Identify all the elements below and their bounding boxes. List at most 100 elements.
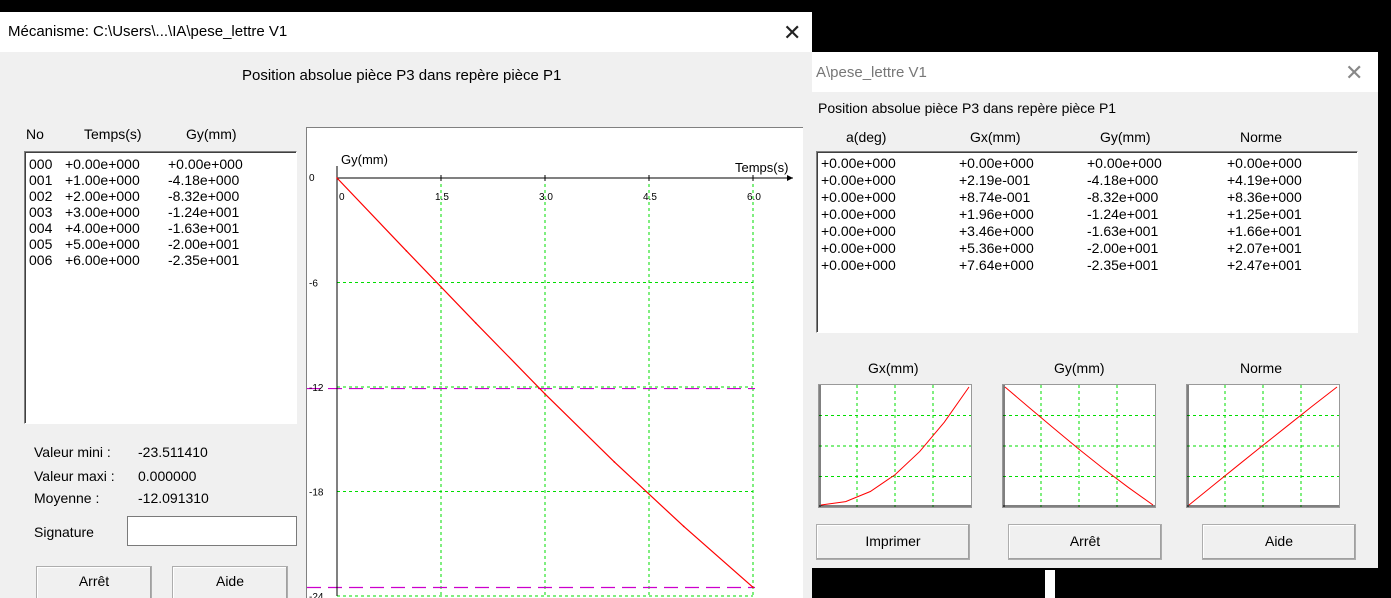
x-tick-label: 6.0 <box>747 192 761 203</box>
print-button-label: Imprimer <box>865 533 921 549</box>
list-item[interactable]: +2.00e+000 <box>65 188 140 204</box>
list-item[interactable]: -1.24e+001 <box>168 204 239 220</box>
backdrop-bar <box>1045 570 1055 598</box>
table-cell[interactable]: +0.00e+000 <box>821 206 896 222</box>
results-table[interactable]: +0.00e+000 +0.00e+000 +0.00e+000 +0.00e+000… <box>816 151 1358 333</box>
print-button[interactable]: Imprimer <box>816 524 970 560</box>
list-item[interactable]: -2.00e+001 <box>168 236 239 252</box>
mechanism-window: Mécanisme: C:\Users\...\IA\pese_lettre V… <box>0 12 812 598</box>
list-item[interactable]: -2.35e+001 <box>168 252 239 268</box>
list-item[interactable]: +4.00e+000 <box>65 220 140 236</box>
values-list[interactable]: 000 +0.00e+000 +0.00e+000 001 +1.00e+000 -4.1… <box>24 151 297 424</box>
close-icon-2[interactable]: ✕ <box>1345 62 1363 84</box>
min-label: Valeur mini : <box>34 444 111 460</box>
window-title: Mécanisme: C:\Users\...\IA\pese_lettre V… <box>8 23 288 40</box>
list-item[interactable]: +3.00e+000 <box>65 204 140 220</box>
table-cell[interactable]: +8.74e-001 <box>959 189 1030 205</box>
table-cell[interactable]: -2.00e+001 <box>1087 240 1158 256</box>
close-icon[interactable]: ✕ <box>783 22 801 44</box>
column-header-gx: Gx(mm) <box>970 129 1021 145</box>
list-item[interactable]: 000 <box>29 156 52 172</box>
data-point <box>544 393 546 395</box>
table-cell[interactable]: +5.36e+000 <box>959 240 1034 256</box>
column-header-time: Temps(s) <box>84 126 142 142</box>
mini-chart-gy <box>1002 384 1156 508</box>
table-cell[interactable]: +0.00e+000 <box>821 189 896 205</box>
list-item[interactable]: +5.00e+000 <box>65 236 140 252</box>
mean-value: -12.091310 <box>138 490 209 506</box>
help-button[interactable]: Aide <box>172 566 288 598</box>
stop-button-2[interactable]: Arrêt <box>1008 524 1162 560</box>
page-title: Position absolue pièce P3 dans repère pi… <box>242 67 562 84</box>
table-cell[interactable]: +4.19e+000 <box>1227 172 1302 188</box>
y-tick-label: -12 <box>309 383 324 394</box>
table-cell[interactable]: +0.00e+000 <box>1087 155 1162 171</box>
y-tick-label: -6 <box>309 279 318 290</box>
list-item[interactable]: -4.18e+000 <box>168 172 239 188</box>
list-item[interactable]: 002 <box>29 188 52 204</box>
x-axis-label: Temps(s) <box>735 160 788 175</box>
stop-button-2-label: Arrêt <box>1069 533 1101 549</box>
list-item[interactable]: +1.00e+000 <box>65 172 140 188</box>
table-cell[interactable]: +0.00e+000 <box>821 257 896 273</box>
table-cell[interactable]: +0.00e+000 <box>821 223 896 239</box>
stop-button[interactable]: Arrêt <box>36 566 152 598</box>
table-cell[interactable]: +1.96e+000 <box>959 206 1034 222</box>
table-cell[interactable]: +3.46e+000 <box>959 223 1034 239</box>
list-item[interactable]: 003 <box>29 204 52 220</box>
table-cell[interactable]: -8.32e+000 <box>1087 189 1158 205</box>
help-button-2[interactable]: Aide <box>1202 524 1356 560</box>
mini-chart-title-gx: Gx(mm) <box>868 360 919 376</box>
mini-chart-title-norm: Norme <box>1240 360 1283 376</box>
list-item[interactable]: +6.00e+000 <box>65 252 140 268</box>
table-cell[interactable]: +7.64e+000 <box>959 257 1034 273</box>
x-origin-label: 0 <box>339 192 345 203</box>
list-item[interactable]: -8.32e+000 <box>168 188 239 204</box>
x-tick-label: 4.5 <box>643 192 657 203</box>
table-cell[interactable]: +0.00e+000 <box>821 155 896 171</box>
results-window-titlebar[interactable]: A\pese_lettre V1 ✕ <box>812 52 1378 92</box>
data-point <box>474 322 477 324</box>
min-value: -23.511410 <box>138 444 208 460</box>
table-cell[interactable]: +1.25e+001 <box>1227 206 1302 222</box>
table-cell[interactable]: +0.00e+000 <box>821 240 896 256</box>
mini-chart-norm <box>1186 384 1340 508</box>
data-point <box>336 177 338 179</box>
stop-button-label: Arrêt <box>78 573 110 589</box>
column-header-angle: a(deg) <box>846 129 887 145</box>
list-item[interactable]: -1.63e+001 <box>168 220 239 236</box>
table-cell[interactable]: +0.00e+000 <box>821 172 896 188</box>
column-header-gy: Gy(mm) <box>186 126 237 142</box>
list-item[interactable]: +0.00e+000 <box>168 156 243 172</box>
mechanism-window-titlebar[interactable]: Mécanisme: C:\Users\...\IA\pese_lettre V… <box>0 12 812 52</box>
list-item[interactable]: 006 <box>29 252 52 268</box>
column-header-gy-2: Gy(mm) <box>1100 129 1151 145</box>
table-cell[interactable]: +0.00e+000 <box>959 155 1034 171</box>
table-cell[interactable]: +2.47e+001 <box>1227 257 1302 273</box>
x-tick-label: 3.0 <box>539 192 553 203</box>
list-item[interactable]: 004 <box>29 220 52 236</box>
help-button-label: Aide <box>215 573 245 589</box>
x-axis-arrow <box>787 175 793 181</box>
column-header-norm: Norme <box>1240 129 1283 145</box>
mini-chart-gx <box>818 384 972 508</box>
table-cell[interactable]: -2.35e+001 <box>1087 257 1158 273</box>
table-cell[interactable]: -1.24e+001 <box>1087 206 1158 222</box>
list-item[interactable]: +0.00e+000 <box>65 156 140 172</box>
list-item[interactable]: 005 <box>29 236 52 252</box>
signature-input[interactable] <box>127 516 297 546</box>
x-tick-label: 1.5 <box>435 192 449 203</box>
table-cell[interactable]: +2.07e+001 <box>1227 240 1302 256</box>
table-cell[interactable]: +8.36e+000 <box>1227 189 1302 205</box>
table-cell[interactable]: -4.18e+000 <box>1087 172 1158 188</box>
results-heading: Position absolue pièce P3 dans repère pi… <box>818 100 1117 116</box>
table-cell[interactable]: +0.00e+000 <box>1227 155 1302 171</box>
chart-panel: 1.5 3.0 4.5 6.0 0 0 -6 -12 -18 -24 Gy(mm) Temps(s) <box>306 127 803 598</box>
help-button-2-label: Aide <box>1264 533 1294 549</box>
table-cell[interactable]: +1.66e+001 <box>1227 223 1302 239</box>
list-item[interactable]: 001 <box>29 172 52 188</box>
results-window: A\pese_lettre V1 ✕ Position absolue pièc… <box>812 52 1378 568</box>
table-cell[interactable]: -1.63e+001 <box>1087 223 1158 239</box>
table-cell[interactable]: +2.19e-001 <box>959 172 1030 188</box>
mini-chart-title-gy: Gy(mm) <box>1054 360 1105 376</box>
